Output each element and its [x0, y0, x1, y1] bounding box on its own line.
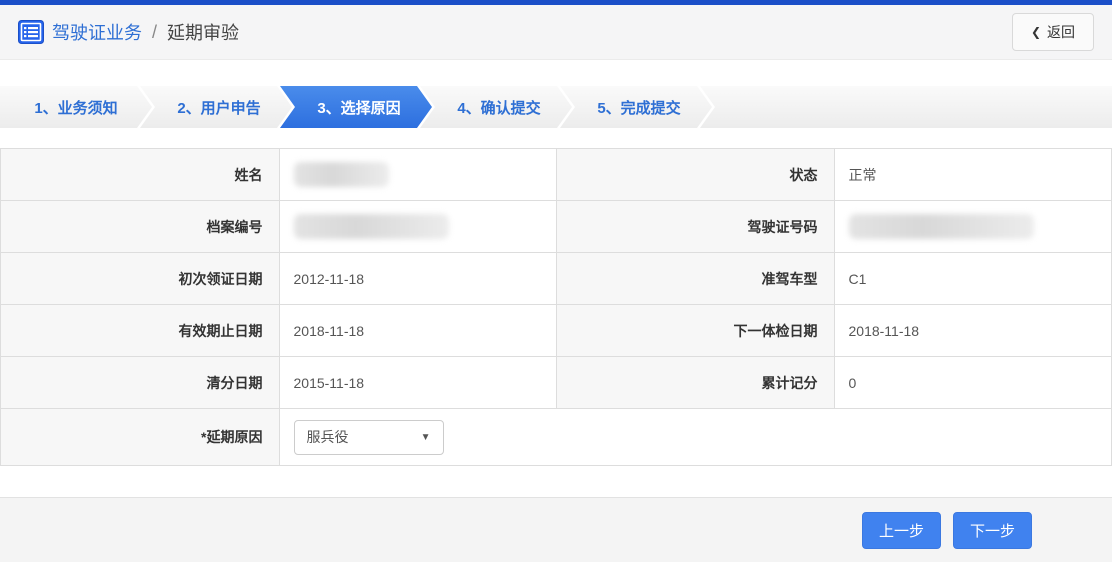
page-header: 驾驶证业务 / 延期审验 ❮ 返回	[0, 5, 1112, 60]
field-value-valid-until: 2018-11-18	[279, 305, 557, 356]
page-title-secondary: 延期审验	[167, 19, 239, 45]
table-row-reason: *延期原因 服兵役 ▼	[1, 409, 1111, 466]
field-label-status: 状态	[556, 149, 834, 200]
breadcrumb: 驾驶证业务 / 延期审验	[18, 19, 239, 45]
field-value-status: 正常	[834, 149, 1112, 200]
table-row: 档案编号 驾驶证号码	[1, 201, 1111, 253]
field-label-file-number: 档案编号	[1, 201, 279, 252]
field-value-first-issue-date: 2012-11-18	[279, 253, 557, 304]
step-tab-3-active[interactable]: 3、选择原因	[280, 86, 432, 128]
redacted-value	[849, 214, 1034, 239]
delay-reason-select[interactable]: 服兵役 ▼	[294, 420, 444, 455]
field-label-points-clear-date: 清分日期	[1, 357, 279, 408]
page: 驾驶证业务 / 延期审验 ❮ 返回 1、业务须知 2、用户申告 3、选择原因 4…	[0, 0, 1112, 573]
field-value-license-number	[834, 201, 1112, 252]
field-label-first-issue-date: 初次领证日期	[1, 253, 279, 304]
field-value-accumulated-points: 0	[834, 357, 1112, 408]
field-value-file-number	[279, 201, 557, 252]
field-label-name: 姓名	[1, 149, 279, 200]
chevron-left-icon: ❮	[1031, 25, 1041, 39]
step-tab-5[interactable]: 5、完成提交	[560, 86, 712, 128]
table-row: 有效期止日期 2018-11-18 下一体检日期 2018-11-18	[1, 305, 1111, 357]
previous-step-button[interactable]: 上一步	[862, 512, 941, 549]
back-button[interactable]: ❮ 返回	[1012, 13, 1094, 51]
table-row: 初次领证日期 2012-11-18 准驾车型 C1	[1, 253, 1111, 305]
list-icon	[18, 20, 44, 44]
delay-reason-selected-option: 服兵役	[307, 427, 349, 447]
breadcrumb-separator: /	[152, 22, 157, 43]
page-title-primary: 驾驶证业务	[52, 19, 142, 45]
table-row: 姓名 状态 正常	[1, 149, 1111, 201]
field-value-name	[279, 149, 557, 200]
step-wizard-bar: 1、业务须知 2、用户申告 3、选择原因 4、确认提交 5、完成提交	[0, 86, 1112, 128]
redacted-value	[294, 214, 449, 239]
field-label-valid-until: 有效期止日期	[1, 305, 279, 356]
field-label-license-number: 驾驶证号码	[556, 201, 834, 252]
step-tab-2[interactable]: 2、用户申告	[140, 86, 292, 128]
field-value-next-physical-date: 2018-11-18	[834, 305, 1112, 356]
table-row: 清分日期 2015-11-18 累计记分 0	[1, 357, 1111, 409]
redacted-value	[294, 162, 389, 187]
field-label-next-physical-date: 下一体检日期	[556, 305, 834, 356]
step-tab-1[interactable]: 1、业务须知	[0, 86, 152, 128]
back-button-label: 返回	[1047, 22, 1075, 42]
field-label-accumulated-points: 累计记分	[556, 357, 834, 408]
field-label-vehicle-class: 准驾车型	[556, 253, 834, 304]
action-footer: 上一步 下一步	[0, 497, 1112, 562]
field-value-vehicle-class: C1	[834, 253, 1112, 304]
step-bar-filler	[700, 86, 1112, 128]
field-label-delay-reason: *延期原因	[1, 409, 279, 465]
step-tab-4[interactable]: 4、确认提交	[420, 86, 572, 128]
next-step-button[interactable]: 下一步	[953, 512, 1032, 549]
caret-down-icon: ▼	[421, 432, 431, 443]
field-value-points-clear-date: 2015-11-18	[279, 357, 557, 408]
field-value-delay-reason: 服兵役 ▼	[279, 409, 1112, 465]
license-detail-table: 姓名 状态 正常 档案编号 驾驶证号码 初次领证日期 2012-11-18 准驾…	[0, 148, 1112, 466]
